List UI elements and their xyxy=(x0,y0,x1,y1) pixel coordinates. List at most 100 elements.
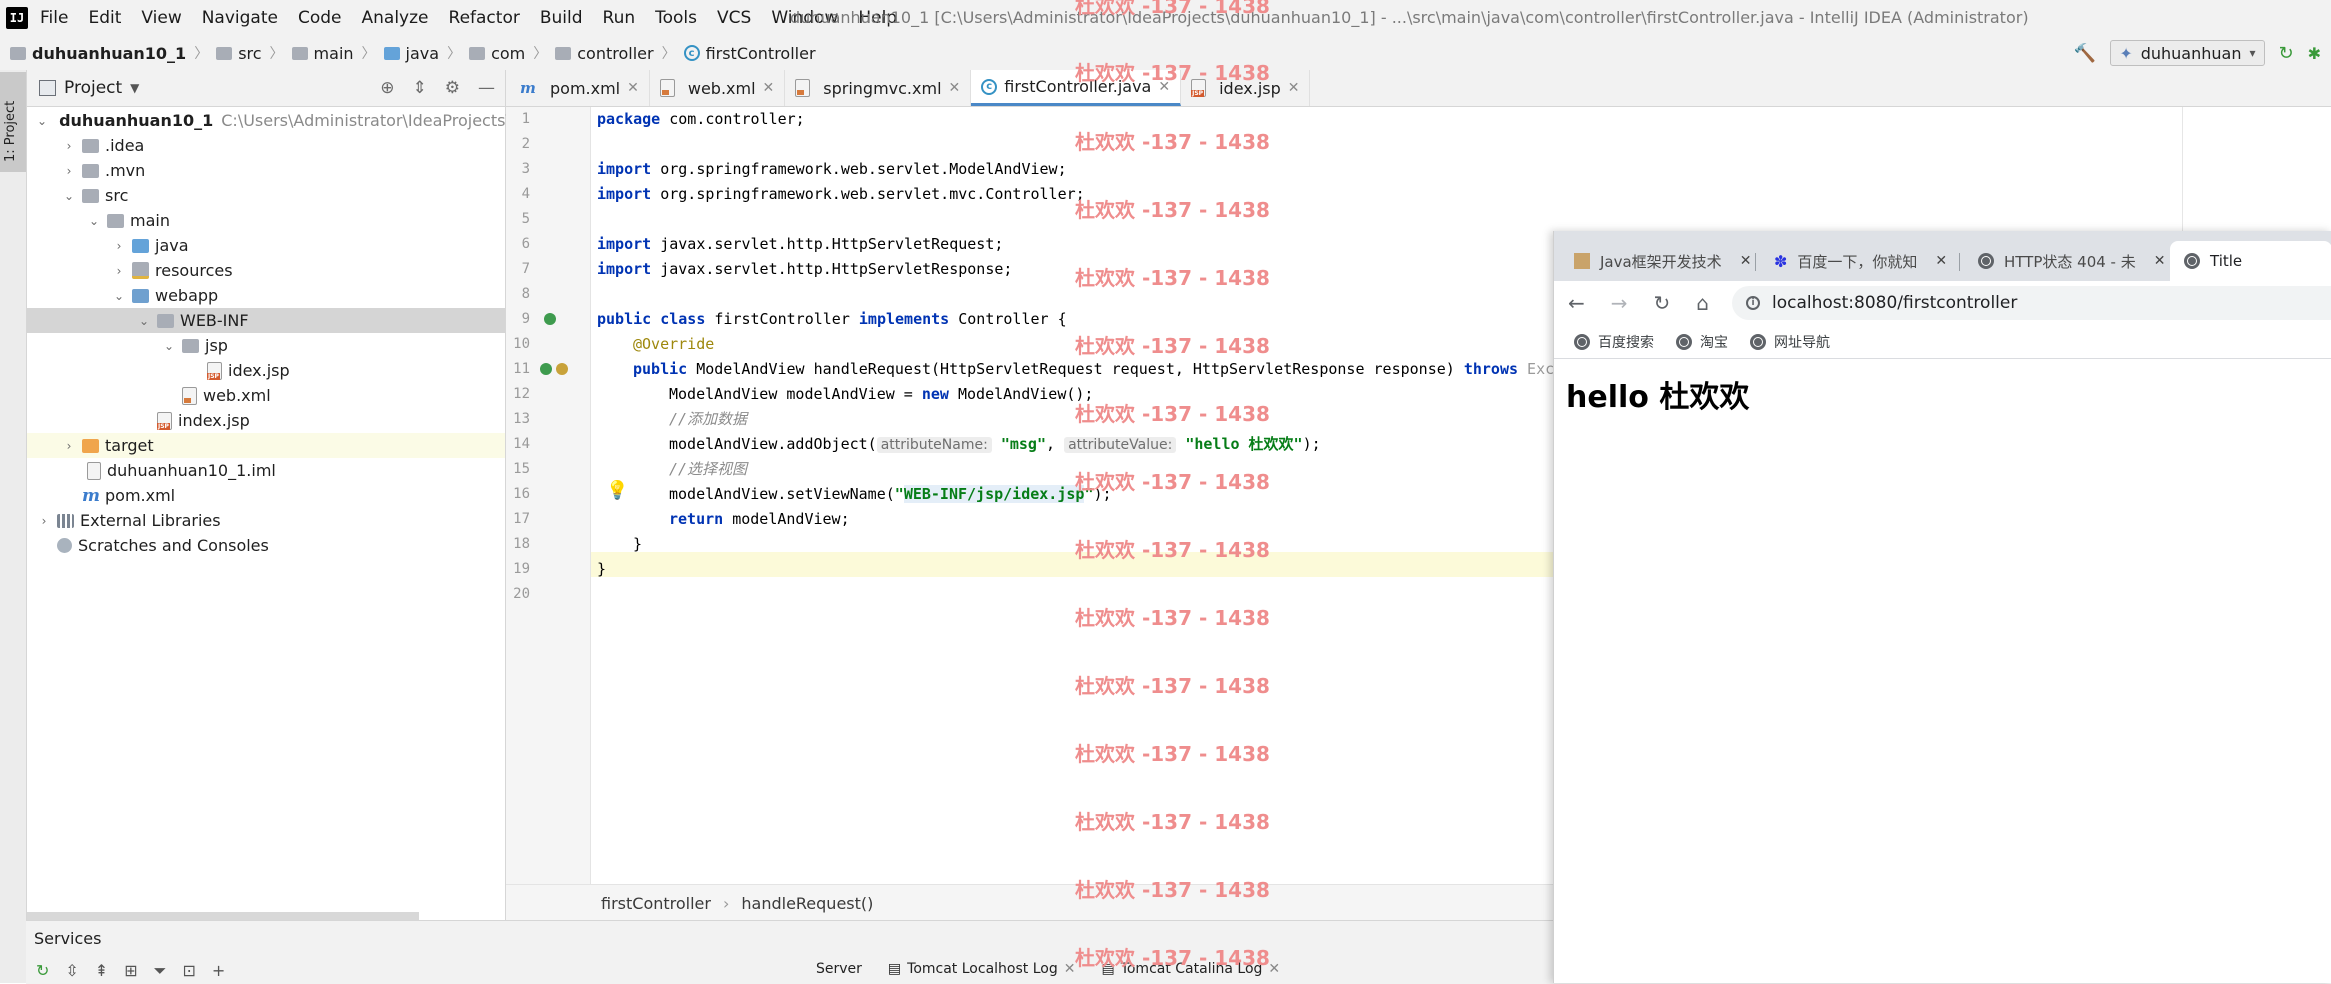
run-config-select[interactable]: ✦ duhuanhuan ▾ xyxy=(2110,40,2265,66)
tree-item-project-root[interactable]: ⌄ duhuanhuan10_1 C:\Users\Administrator\Id… xyxy=(27,108,531,133)
line-number: 20 xyxy=(513,586,530,602)
tree-item-jsp[interactable]: ⌄ jsp xyxy=(27,333,505,358)
tree-item-external-libraries[interactable]: › External Libraries xyxy=(27,508,505,533)
project-tool-tab[interactable]: 1: Project xyxy=(0,72,26,172)
locate-file-icon[interactable]: ⊕ xyxy=(380,78,394,98)
tab-label: Server xyxy=(816,961,862,977)
collapse-all-icon[interactable]: ⇕ xyxy=(413,78,427,98)
line-number: 13 xyxy=(513,411,530,427)
tree-item-java[interactable]: › java xyxy=(27,233,505,258)
tree-item-target[interactable]: › target xyxy=(27,433,505,458)
override-gutter-icon[interactable] xyxy=(540,363,552,375)
build-hammer-icon[interactable]: 🔨 xyxy=(2074,43,2096,64)
watermark-text: 杜欢欢 -137 - 1438 xyxy=(1075,470,1270,494)
menu-tools[interactable]: Tools xyxy=(655,8,697,28)
project-view-select[interactable]: Project ▼ xyxy=(39,78,139,98)
tab-pom-xml[interactable]: m pom.xml ✕ xyxy=(510,70,650,106)
address-bar[interactable]: i localhost:8080/firstcontroller xyxy=(1732,286,2331,320)
tree-item-label: web.xml xyxy=(203,386,271,405)
tree-item-web-inf[interactable]: ⌄ WEB-INF xyxy=(27,308,505,333)
breadcrumb-java[interactable]: java xyxy=(383,44,439,63)
breadcrumb-src[interactable]: src xyxy=(216,44,262,63)
close-icon[interactable]: ✕ xyxy=(763,80,775,96)
method-gutter-icon[interactable] xyxy=(556,363,568,375)
chevron-down-icon: ⌄ xyxy=(37,113,48,128)
breadcrumb-class[interactable]: c firstController xyxy=(683,44,816,63)
refresh-icon[interactable]: ↻ xyxy=(36,961,49,981)
log-icon: ▤ xyxy=(887,961,902,977)
minimize-icon[interactable]: — xyxy=(478,78,495,98)
add-icon[interactable]: + xyxy=(212,961,225,981)
menu-code[interactable]: Code xyxy=(298,8,342,28)
tree-item-resources[interactable]: › resources xyxy=(27,258,505,283)
breadcrumb-project[interactable]: duhuanhuan10_1 xyxy=(10,44,186,63)
tab-server[interactable]: Server xyxy=(816,961,862,977)
tab-localhost-log[interactable]: ▤ Tomcat Localhost Log ✕ xyxy=(888,961,1076,977)
close-icon[interactable]: ✕ xyxy=(1740,253,1752,269)
implements-gutter-icon[interactable] xyxy=(544,313,556,325)
reload-icon[interactable]: ↻ xyxy=(1654,291,1671,315)
menu-vcs[interactable]: VCS xyxy=(717,8,751,28)
browser-tab-java[interactable]: Java框架开发技术 ✕ xyxy=(1560,241,1765,281)
tree-item-idex-jsp[interactable]: idex.jsp xyxy=(27,358,505,383)
browser-tab-http-404[interactable]: HTTP状态 404 - 未 ✕ xyxy=(1964,241,2179,281)
group-icon[interactable]: ⊞ xyxy=(124,961,137,981)
tree-item-src[interactable]: ⌄ src xyxy=(27,183,505,208)
gear-icon[interactable]: ⚙ xyxy=(445,78,460,98)
breadcrumb-method-item[interactable]: handleRequest() xyxy=(741,894,873,913)
back-arrow-icon[interactable]: ← xyxy=(1568,291,1585,315)
browser-tab-title-active[interactable]: Title xyxy=(2170,241,2331,281)
bookmark-baidu-search[interactable]: 百度搜索 xyxy=(1574,332,1654,352)
tree-item-iml[interactable]: duhuanhuan10_1.iml xyxy=(27,458,505,483)
forward-arrow-icon[interactable]: → xyxy=(1611,291,1628,315)
tree-item-main[interactable]: ⌄ main xyxy=(27,208,505,233)
tree-item-pom-xml[interactable]: m pom.xml xyxy=(27,483,505,508)
close-icon[interactable]: ✕ xyxy=(1288,80,1300,96)
tree-item-label: Scratches and Consoles xyxy=(78,536,269,555)
close-icon[interactable]: ✕ xyxy=(1268,961,1280,977)
tree-item-path: C:\Users\Administrator\IdeaProjects\du xyxy=(221,111,532,130)
breadcrumb-controller[interactable]: controller xyxy=(555,44,654,63)
close-icon[interactable]: ✕ xyxy=(1935,253,1947,269)
tree-item-index-jsp[interactable]: index.jsp xyxy=(27,408,505,433)
menu-build[interactable]: Build xyxy=(540,8,583,28)
tree-item-mvn[interactable]: › .mvn xyxy=(27,158,505,183)
menu-analyze[interactable]: Analyze xyxy=(362,8,429,28)
code-text: modelAndView.setViewName( xyxy=(669,485,895,503)
breadcrumb-main[interactable]: main xyxy=(291,44,354,63)
menu-navigate[interactable]: Navigate xyxy=(202,8,278,28)
folder-icon xyxy=(82,188,99,203)
browser-tab-baidu[interactable]: ✽ 百度一下，你就知 ✕ xyxy=(1760,241,1961,281)
menu-file[interactable]: File xyxy=(40,8,68,28)
tree-item-idea[interactable]: › .idea xyxy=(27,133,505,158)
collapse-all-icon[interactable]: ⇞ xyxy=(95,961,108,981)
tab-springmvc-xml[interactable]: springmvc.xml ✕ xyxy=(785,70,972,106)
close-icon[interactable]: ✕ xyxy=(1064,961,1076,977)
close-icon[interactable]: ✕ xyxy=(627,80,639,96)
menu-view[interactable]: View xyxy=(141,8,181,28)
menu-refactor[interactable]: Refactor xyxy=(449,8,520,28)
horizontal-scrollbar[interactable] xyxy=(27,912,419,920)
close-icon[interactable]: ✕ xyxy=(949,80,961,96)
breadcrumb-com[interactable]: com xyxy=(469,44,525,63)
bookmark-taobao[interactable]: 淘宝 xyxy=(1676,332,1728,352)
menu-run[interactable]: Run xyxy=(603,8,636,28)
menu-edit[interactable]: Edit xyxy=(88,8,121,28)
filter-icon[interactable]: ⏷ xyxy=(154,961,167,981)
expand-all-icon[interactable]: ⇳ xyxy=(65,961,78,981)
bookmark-site-nav[interactable]: 网址导航 xyxy=(1750,332,1830,352)
folder-icon xyxy=(82,163,99,178)
debug-icon[interactable]: ✱ xyxy=(2308,44,2321,63)
lightbulb-icon[interactable]: 💡 xyxy=(606,480,628,501)
line-number-gutter[interactable]: 1 2 3 4 5 6 7 8 9 10 11 12 13 14 15 16 1… xyxy=(506,107,591,884)
new-tab-icon[interactable]: ⊡ xyxy=(182,961,195,981)
tree-item-webapp[interactable]: ⌄ webapp xyxy=(27,283,505,308)
tree-item-scratches[interactable]: Scratches and Consoles xyxy=(27,533,505,558)
info-icon[interactable]: i xyxy=(1746,296,1760,310)
home-icon[interactable]: ⌂ xyxy=(1696,291,1709,315)
breadcrumb-class-item[interactable]: firstController xyxy=(601,894,711,913)
close-icon[interactable]: ✕ xyxy=(2154,253,2166,269)
tab-web-xml[interactable]: web.xml ✕ xyxy=(650,70,786,106)
rerun-icon[interactable]: ↻ xyxy=(2279,43,2294,64)
tree-item-web-xml[interactable]: web.xml xyxy=(27,383,505,408)
